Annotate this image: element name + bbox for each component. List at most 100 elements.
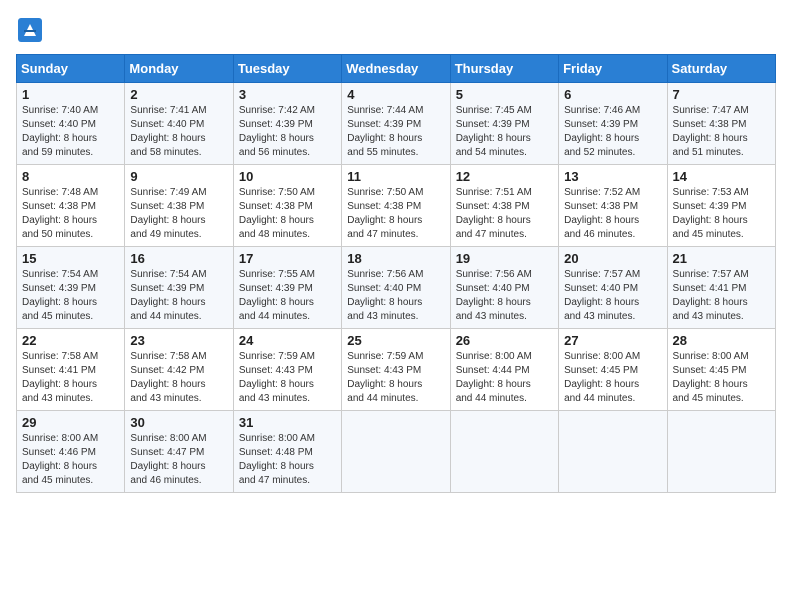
day-number: 23	[130, 333, 227, 348]
day-info: Sunrise: 7:50 AM Sunset: 4:38 PM Dayligh…	[347, 186, 444, 242]
day-cell	[342, 411, 450, 493]
week-row-5: 29 Sunrise: 8:00 AM Sunset: 4:46 PM Dayli…	[17, 411, 776, 493]
day-number: 11	[347, 169, 444, 184]
day-number: 6	[564, 87, 661, 102]
day-number: 3	[239, 87, 336, 102]
day-info: Sunrise: 7:54 AM Sunset: 4:39 PM Dayligh…	[130, 268, 227, 324]
day-info: Sunrise: 7:42 AM Sunset: 4:39 PM Dayligh…	[239, 104, 336, 160]
day-number: 24	[239, 333, 336, 348]
day-cell: 12Sunrise: 7:51 AM Sunset: 4:38 PM Dayli…	[450, 165, 558, 247]
day-info: Sunrise: 7:58 AM Sunset: 4:41 PM Dayligh…	[22, 350, 119, 406]
day-cell: 23 Sunrise: 7:58 AM Sunset: 4:42 PM Dayli…	[125, 329, 233, 411]
day-cell: 3 Sunrise: 7:42 AM Sunset: 4:39 PM Daylig…	[233, 83, 341, 165]
day-cell: 24 Sunrise: 7:59 AM Sunset: 4:43 PM Dayli…	[233, 329, 341, 411]
day-info: Sunrise: 8:00 AM Sunset: 4:46 PM Dayligh…	[22, 432, 119, 488]
day-cell: 30 Sunrise: 8:00 AM Sunset: 4:47 PM Dayli…	[125, 411, 233, 493]
day-info: Sunrise: 7:54 AM Sunset: 4:39 PM Dayligh…	[22, 268, 119, 324]
week-row-2: 8 Sunrise: 7:48 AM Sunset: 4:38 PM Daylig…	[17, 165, 776, 247]
day-info: Sunrise: 7:50 AM Sunset: 4:38 PM Dayligh…	[239, 186, 336, 242]
day-info: Sunrise: 7:53 AM Sunset: 4:39 PM Dayligh…	[673, 186, 770, 242]
day-number: 28	[673, 333, 770, 348]
week-row-3: 15 Sunrise: 7:54 AM Sunset: 4:39 PM Dayli…	[17, 247, 776, 329]
day-info: Sunrise: 8:00 AM Sunset: 4:48 PM Dayligh…	[239, 432, 336, 488]
header-cell-wednesday: Wednesday	[342, 55, 450, 83]
day-info: Sunrise: 7:48 AM Sunset: 4:38 PM Dayligh…	[22, 186, 119, 242]
day-cell: 19 Sunrise: 7:56 AM Sunset: 4:40 PM Dayli…	[450, 247, 558, 329]
day-cell: 27 Sunrise: 8:00 AM Sunset: 4:45 PM Dayli…	[559, 329, 667, 411]
day-cell: 28 Sunrise: 8:00 AM Sunset: 4:45 PM Dayli…	[667, 329, 775, 411]
day-number: 27	[564, 333, 661, 348]
day-number: 5	[456, 87, 553, 102]
day-cell: 13 Sunrise: 7:52 AM Sunset: 4:38 PM Dayli…	[559, 165, 667, 247]
day-info: Sunrise: 7:41 AM Sunset: 4:40 PM Dayligh…	[130, 104, 227, 160]
day-number: 29	[22, 415, 119, 430]
day-number: 30	[130, 415, 227, 430]
day-cell: 31 Sunrise: 8:00 AM Sunset: 4:48 PM Dayli…	[233, 411, 341, 493]
day-info: Sunrise: 7:56 AM Sunset: 4:40 PM Dayligh…	[347, 268, 444, 324]
day-cell: 10 Sunrise: 7:50 AM Sunset: 4:38 PM Dayli…	[233, 165, 341, 247]
day-cell: 4 Sunrise: 7:44 AM Sunset: 4:39 PM Daylig…	[342, 83, 450, 165]
header-cell-tuesday: Tuesday	[233, 55, 341, 83]
day-number: 14	[673, 169, 770, 184]
day-cell: 17Sunrise: 7:55 AM Sunset: 4:39 PM Dayli…	[233, 247, 341, 329]
day-cell: 16Sunrise: 7:54 AM Sunset: 4:39 PM Dayli…	[125, 247, 233, 329]
week-row-1: 1Sunrise: 7:40 AM Sunset: 4:40 PM Daylig…	[17, 83, 776, 165]
day-number: 22	[22, 333, 119, 348]
day-cell: 11 Sunrise: 7:50 AM Sunset: 4:38 PM Dayli…	[342, 165, 450, 247]
day-cell: 22 Sunrise: 7:58 AM Sunset: 4:41 PM Dayli…	[17, 329, 125, 411]
day-number: 13	[564, 169, 661, 184]
logo	[16, 16, 48, 44]
day-number: 8	[22, 169, 119, 184]
day-cell: 14 Sunrise: 7:53 AM Sunset: 4:39 PM Dayli…	[667, 165, 775, 247]
logo-icon	[16, 16, 44, 44]
day-info: Sunrise: 7:40 AM Sunset: 4:40 PM Dayligh…	[22, 104, 119, 160]
day-number: 31	[239, 415, 336, 430]
day-number: 9	[130, 169, 227, 184]
day-cell: 8 Sunrise: 7:48 AM Sunset: 4:38 PM Daylig…	[17, 165, 125, 247]
day-info: Sunrise: 7:59 AM Sunset: 4:43 PM Dayligh…	[239, 350, 336, 406]
day-number: 10	[239, 169, 336, 184]
day-number: 17	[239, 251, 336, 266]
header-cell-thursday: Thursday	[450, 55, 558, 83]
day-cell: 2 Sunrise: 7:41 AM Sunset: 4:40 PM Daylig…	[125, 83, 233, 165]
day-number: 2	[130, 87, 227, 102]
day-cell: 9 Sunrise: 7:49 AM Sunset: 4:38 PM Daylig…	[125, 165, 233, 247]
day-info: Sunrise: 7:44 AM Sunset: 4:39 PM Dayligh…	[347, 104, 444, 160]
day-number: 15	[22, 251, 119, 266]
day-number: 20	[564, 251, 661, 266]
page-header	[16, 16, 776, 44]
day-info: Sunrise: 7:56 AM Sunset: 4:40 PM Dayligh…	[456, 268, 553, 324]
day-info: Sunrise: 8:00 AM Sunset: 4:45 PM Dayligh…	[564, 350, 661, 406]
header-cell-monday: Monday	[125, 55, 233, 83]
day-info: Sunrise: 7:47 AM Sunset: 4:38 PM Dayligh…	[673, 104, 770, 160]
day-cell: 18 Sunrise: 7:56 AM Sunset: 4:40 PM Dayli…	[342, 247, 450, 329]
day-cell: 20 Sunrise: 7:57 AM Sunset: 4:40 PM Dayli…	[559, 247, 667, 329]
day-cell: 26 Sunrise: 8:00 AM Sunset: 4:44 PM Dayli…	[450, 329, 558, 411]
calendar-header: SundayMondayTuesdayWednesdayThursdayFrid…	[17, 55, 776, 83]
day-info: Sunrise: 7:59 AM Sunset: 4:43 PM Dayligh…	[347, 350, 444, 406]
day-info: Sunrise: 7:49 AM Sunset: 4:38 PM Dayligh…	[130, 186, 227, 242]
day-cell: 15 Sunrise: 7:54 AM Sunset: 4:39 PM Dayli…	[17, 247, 125, 329]
day-number: 4	[347, 87, 444, 102]
day-cell: 25Sunrise: 7:59 AM Sunset: 4:43 PM Dayli…	[342, 329, 450, 411]
day-cell: 29 Sunrise: 8:00 AM Sunset: 4:46 PM Dayli…	[17, 411, 125, 493]
day-cell: 1Sunrise: 7:40 AM Sunset: 4:40 PM Daylig…	[17, 83, 125, 165]
day-cell	[559, 411, 667, 493]
week-row-4: 22 Sunrise: 7:58 AM Sunset: 4:41 PM Dayli…	[17, 329, 776, 411]
day-number: 18	[347, 251, 444, 266]
day-number: 26	[456, 333, 553, 348]
day-cell	[667, 411, 775, 493]
day-info: Sunrise: 7:52 AM Sunset: 4:38 PM Dayligh…	[564, 186, 661, 242]
day-number: 7	[673, 87, 770, 102]
day-info: Sunrise: 8:00 AM Sunset: 4:45 PM Dayligh…	[673, 350, 770, 406]
day-cell	[450, 411, 558, 493]
day-info: Sunrise: 7:57 AM Sunset: 4:41 PM Dayligh…	[673, 268, 770, 324]
day-info: Sunrise: 7:58 AM Sunset: 4:42 PM Dayligh…	[130, 350, 227, 406]
day-info: Sunrise: 8:00 AM Sunset: 4:44 PM Dayligh…	[456, 350, 553, 406]
header-cell-sunday: Sunday	[17, 55, 125, 83]
day-cell: 6 Sunrise: 7:46 AM Sunset: 4:39 PM Daylig…	[559, 83, 667, 165]
day-info: Sunrise: 7:46 AM Sunset: 4:39 PM Dayligh…	[564, 104, 661, 160]
day-number: 19	[456, 251, 553, 266]
day-info: Sunrise: 8:00 AM Sunset: 4:47 PM Dayligh…	[130, 432, 227, 488]
day-info: Sunrise: 7:57 AM Sunset: 4:40 PM Dayligh…	[564, 268, 661, 324]
